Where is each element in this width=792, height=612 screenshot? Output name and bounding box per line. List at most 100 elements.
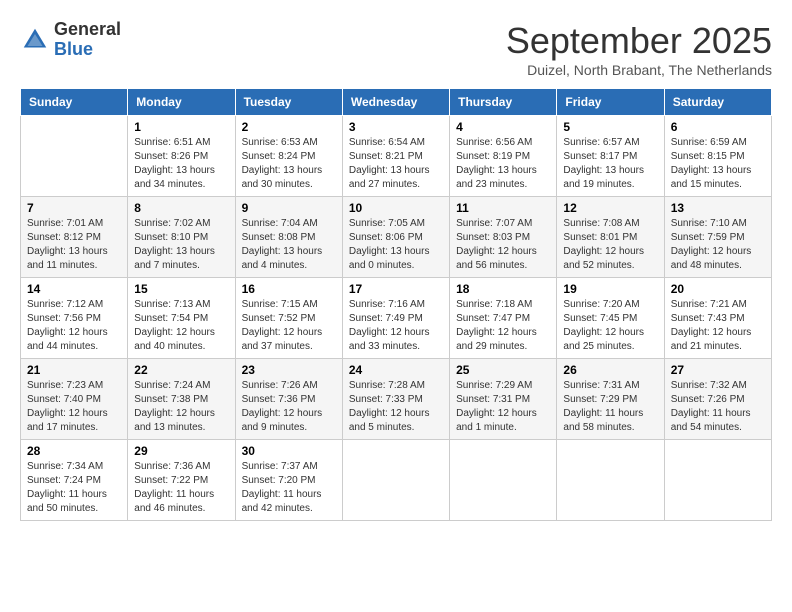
day-number: 26 <box>563 363 657 377</box>
calendar-cell: 12 Sunrise: 7:08 AM Sunset: 8:01 PM Dayli… <box>557 197 664 278</box>
calendar-cell <box>342 440 449 521</box>
calendar-cell <box>450 440 557 521</box>
day-number: 30 <box>242 444 336 458</box>
month-title: September 2025 <box>506 20 772 62</box>
day-number: 22 <box>134 363 228 377</box>
weekday-header-saturday: Saturday <box>664 89 771 116</box>
day-number: 2 <box>242 120 336 134</box>
day-number: 8 <box>134 201 228 215</box>
day-number: 14 <box>27 282 121 296</box>
day-info: Sunrise: 7:18 AM Sunset: 7:47 PM Dayligh… <box>456 298 550 354</box>
day-number: 4 <box>456 120 550 134</box>
day-number: 1 <box>134 120 228 134</box>
calendar-cell: 20Sunrise: 7:21 AM Sunset: 7:43 PM Dayli… <box>664 278 771 359</box>
calendar-week-3: 21 Sunrise: 7:23 AM Sunset: 7:40 PM Dayli… <box>21 359 772 440</box>
calendar-cell: 5Sunrise: 6:57 AM Sunset: 8:17 PM Daylig… <box>557 116 664 197</box>
calendar-cell: 3 Sunrise: 6:54 AM Sunset: 8:21 PM Daylig… <box>342 116 449 197</box>
calendar-cell: 2 Sunrise: 6:53 AM Sunset: 8:24 PM Daylig… <box>235 116 342 197</box>
day-info: Sunrise: 7:10 AM Sunset: 7:59 PM Dayligh… <box>671 217 765 273</box>
calendar-cell: 4 Sunrise: 6:56 AM Sunset: 8:19 PM Daylig… <box>450 116 557 197</box>
day-number: 25 <box>456 363 550 377</box>
day-info: Sunrise: 7:07 AM Sunset: 8:03 PM Dayligh… <box>456 217 550 273</box>
day-info: Sunrise: 7:36 AM Sunset: 7:22 PM Dayligh… <box>134 460 228 516</box>
day-info: Sunrise: 7:29 AM Sunset: 7:31 PM Dayligh… <box>456 379 550 435</box>
day-info: Sunrise: 7:08 AM Sunset: 8:01 PM Dayligh… <box>563 217 657 273</box>
calendar-cell: 24Sunrise: 7:28 AM Sunset: 7:33 PM Dayli… <box>342 359 449 440</box>
day-number: 13 <box>671 201 765 215</box>
calendar-cell: 1 Sunrise: 6:51 AM Sunset: 8:26 PM Daylig… <box>128 116 235 197</box>
day-info: Sunrise: 6:54 AM Sunset: 8:21 PM Dayligh… <box>349 136 443 192</box>
weekday-header-monday: Monday <box>128 89 235 116</box>
day-number: 18 <box>456 282 550 296</box>
calendar-header: SundayMondayTuesdayWednesdayThursdayFrid… <box>21 89 772 116</box>
calendar-cell: 27 Sunrise: 7:32 AM Sunset: 7:26 PM Dayli… <box>664 359 771 440</box>
day-number: 5 <box>563 120 657 134</box>
day-number: 28 <box>27 444 121 458</box>
calendar-cell: 9 Sunrise: 7:04 AM Sunset: 8:08 PM Daylig… <box>235 197 342 278</box>
day-info: Sunrise: 7:26 AM Sunset: 7:36 PM Dayligh… <box>242 379 336 435</box>
day-info: Sunrise: 7:13 AM Sunset: 7:54 PM Dayligh… <box>134 298 228 354</box>
day-info: Sunrise: 6:51 AM Sunset: 8:26 PM Dayligh… <box>134 136 228 192</box>
day-info: Sunrise: 7:15 AM Sunset: 7:52 PM Dayligh… <box>242 298 336 354</box>
day-info: Sunrise: 7:31 AM Sunset: 7:29 PM Dayligh… <box>563 379 657 435</box>
day-number: 6 <box>671 120 765 134</box>
calendar-week-2: 14 Sunrise: 7:12 AM Sunset: 7:56 PM Dayli… <box>21 278 772 359</box>
location: Duizel, North Brabant, The Netherlands <box>506 62 772 78</box>
day-info: Sunrise: 7:05 AM Sunset: 8:06 PM Dayligh… <box>349 217 443 273</box>
calendar-cell: 28Sunrise: 7:34 AM Sunset: 7:24 PM Dayli… <box>21 440 128 521</box>
logo-icon <box>20 25 50 55</box>
calendar-cell: 10Sunrise: 7:05 AM Sunset: 8:06 PM Dayli… <box>342 197 449 278</box>
day-number: 3 <box>349 120 443 134</box>
logo-blue: Blue <box>54 40 121 60</box>
calendar-cell <box>21 116 128 197</box>
day-info: Sunrise: 6:56 AM Sunset: 8:19 PM Dayligh… <box>456 136 550 192</box>
calendar-cell: 11Sunrise: 7:07 AM Sunset: 8:03 PM Dayli… <box>450 197 557 278</box>
day-info: Sunrise: 6:59 AM Sunset: 8:15 PM Dayligh… <box>671 136 765 192</box>
calendar-cell: 26 Sunrise: 7:31 AM Sunset: 7:29 PM Dayli… <box>557 359 664 440</box>
day-info: Sunrise: 7:24 AM Sunset: 7:38 PM Dayligh… <box>134 379 228 435</box>
page-header: General Blue September 2025 Duizel, Nort… <box>20 20 772 78</box>
calendar-cell: 16Sunrise: 7:15 AM Sunset: 7:52 PM Dayli… <box>235 278 342 359</box>
day-info: Sunrise: 7:32 AM Sunset: 7:26 PM Dayligh… <box>671 379 765 435</box>
calendar-cell: 21 Sunrise: 7:23 AM Sunset: 7:40 PM Dayli… <box>21 359 128 440</box>
calendar-cell: 23Sunrise: 7:26 AM Sunset: 7:36 PM Dayli… <box>235 359 342 440</box>
day-number: 9 <box>242 201 336 215</box>
day-number: 19 <box>563 282 657 296</box>
calendar-cell: 22 Sunrise: 7:24 AM Sunset: 7:38 PM Dayli… <box>128 359 235 440</box>
day-info: Sunrise: 7:21 AM Sunset: 7:43 PM Dayligh… <box>671 298 765 354</box>
title-block: September 2025 Duizel, North Brabant, Th… <box>506 20 772 78</box>
calendar-week-1: 7 Sunrise: 7:01 AM Sunset: 8:12 PM Daylig… <box>21 197 772 278</box>
day-number: 24 <box>349 363 443 377</box>
day-number: 15 <box>134 282 228 296</box>
day-info: Sunrise: 7:16 AM Sunset: 7:49 PM Dayligh… <box>349 298 443 354</box>
day-info: Sunrise: 7:12 AM Sunset: 7:56 PM Dayligh… <box>27 298 121 354</box>
day-number: 29 <box>134 444 228 458</box>
day-number: 27 <box>671 363 765 377</box>
calendar-cell: 8 Sunrise: 7:02 AM Sunset: 8:10 PM Daylig… <box>128 197 235 278</box>
weekday-header-friday: Friday <box>557 89 664 116</box>
calendar-week-0: 1 Sunrise: 6:51 AM Sunset: 8:26 PM Daylig… <box>21 116 772 197</box>
day-number: 12 <box>563 201 657 215</box>
day-info: Sunrise: 6:53 AM Sunset: 8:24 PM Dayligh… <box>242 136 336 192</box>
calendar-body: 1 Sunrise: 6:51 AM Sunset: 8:26 PM Daylig… <box>21 116 772 521</box>
day-info: Sunrise: 7:23 AM Sunset: 7:40 PM Dayligh… <box>27 379 121 435</box>
calendar-table: SundayMondayTuesdayWednesdayThursdayFrid… <box>20 88 772 521</box>
calendar-cell: 19Sunrise: 7:20 AM Sunset: 7:45 PM Dayli… <box>557 278 664 359</box>
calendar-cell: 25 Sunrise: 7:29 AM Sunset: 7:31 PM Dayli… <box>450 359 557 440</box>
day-number: 21 <box>27 363 121 377</box>
day-info: Sunrise: 7:01 AM Sunset: 8:12 PM Dayligh… <box>27 217 121 273</box>
day-number: 7 <box>27 201 121 215</box>
weekday-header-sunday: Sunday <box>21 89 128 116</box>
calendar-cell <box>557 440 664 521</box>
calendar-cell: 29 Sunrise: 7:36 AM Sunset: 7:22 PM Dayli… <box>128 440 235 521</box>
calendar-cell: 14 Sunrise: 7:12 AM Sunset: 7:56 PM Dayli… <box>21 278 128 359</box>
weekday-header-tuesday: Tuesday <box>235 89 342 116</box>
day-info: Sunrise: 7:04 AM Sunset: 8:08 PM Dayligh… <box>242 217 336 273</box>
weekday-header-wednesday: Wednesday <box>342 89 449 116</box>
calendar-week-4: 28Sunrise: 7:34 AM Sunset: 7:24 PM Dayli… <box>21 440 772 521</box>
day-info: Sunrise: 7:02 AM Sunset: 8:10 PM Dayligh… <box>134 217 228 273</box>
calendar-cell: 15 Sunrise: 7:13 AM Sunset: 7:54 PM Dayli… <box>128 278 235 359</box>
weekday-header-thursday: Thursday <box>450 89 557 116</box>
calendar-cell <box>664 440 771 521</box>
logo-text: General Blue <box>54 20 121 60</box>
